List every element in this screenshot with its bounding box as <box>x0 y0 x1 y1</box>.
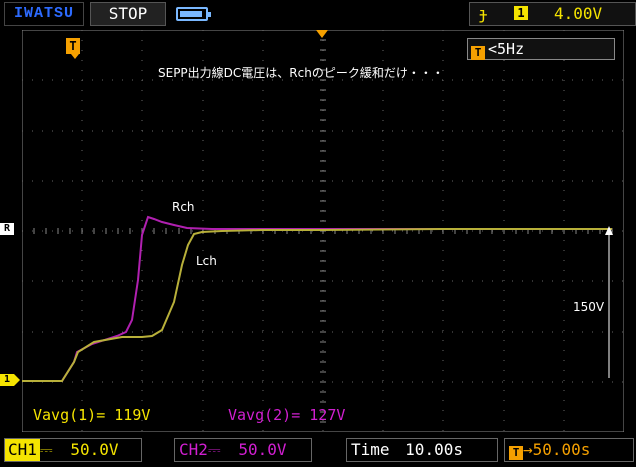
waveform-display[interactable] <box>22 30 624 432</box>
trigger-t-icon: T <box>471 46 485 60</box>
time-label: Time <box>351 440 390 459</box>
frequency-value: <5Hz <box>488 40 525 58</box>
trigger-position-box[interactable]: T →50.00s <box>504 438 634 462</box>
run-state-indicator[interactable]: STOP <box>90 2 166 26</box>
timebase-box[interactable]: Time 10.00s <box>346 438 498 462</box>
trigger-settings-panel[interactable] <box>469 2 636 26</box>
reference-marker[interactable]: R <box>0 223 14 235</box>
ch2-average-readout: Vavg(2)= 127V <box>228 406 346 424</box>
trigger-channel-badge: 1 <box>514 6 528 20</box>
ch2-scale-box[interactable]: CH2⎓ 50.0V <box>174 438 312 462</box>
trigger-t-icon: T <box>66 38 80 54</box>
dc-coupling-icon: ⎓ <box>207 440 221 459</box>
ch1-ground-arrow-icon <box>14 374 20 386</box>
trigger-t-arrow-icon <box>71 54 79 59</box>
rch-label: Rch <box>172 200 195 214</box>
trigger-level: 4.00V <box>554 4 603 23</box>
ch1-ground-marker[interactable]: 1 <box>0 374 14 386</box>
time-scale: 10.00s <box>405 440 463 459</box>
trigger-position-marker[interactable] <box>316 30 328 38</box>
ch1-tag: CH1 <box>5 439 40 461</box>
trigger-position: →50.00s <box>523 440 591 459</box>
trigger-t-icon: T <box>509 446 523 460</box>
dc-coupling-icon: ⎓ <box>39 440 53 459</box>
brand-logo: IWATSU <box>4 2 84 26</box>
scale-annotation: 150V <box>573 300 605 314</box>
lch-label: Lch <box>196 254 217 268</box>
ch2-label: CH2 <box>179 440 208 459</box>
rising-edge-icon: ɟ <box>478 4 488 23</box>
ch2-scale: 50.0V <box>238 440 287 459</box>
ch1-average-readout: Vavg(1)= 119V <box>33 406 151 424</box>
ch1-scale: 50.0V <box>70 440 119 459</box>
trigger-frequency-readout: T <5Hz <box>467 38 615 60</box>
battery-icon <box>176 7 211 21</box>
caption-text: SEPP出力線DC電圧は、Rchのピーク緩和だけ・・・ <box>158 66 444 80</box>
ch1-scale-box[interactable]: CH1 ⎓ 50.0V <box>4 438 142 462</box>
